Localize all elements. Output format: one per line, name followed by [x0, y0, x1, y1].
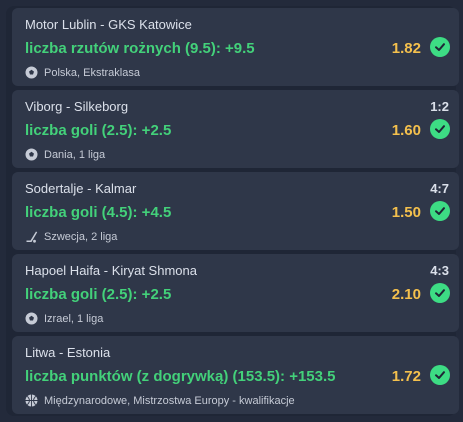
- league-label: Polska, Ekstraklasa: [44, 66, 140, 79]
- won-check-icon: [430, 365, 450, 385]
- bet-slip-panel: Motor Lublin - GKS Katowice liczba rzutó…: [6, 6, 459, 416]
- bet-odds: 1.60: [391, 122, 421, 139]
- won-check-icon: [430, 119, 450, 139]
- match-teams: Sodertalje - Kalmar: [25, 181, 137, 196]
- match-teams: Hapoel Haifa - Kiryat Shmona: [25, 263, 197, 278]
- league-label: Szwecja, 2 liga: [44, 230, 118, 243]
- basketball-icon: [25, 394, 38, 407]
- soccer-ball-icon: [25, 66, 38, 79]
- league-label: Międzynarodowe, Mistrzostwa Europy - kwa…: [44, 394, 295, 407]
- hockey-stick-icon: [25, 230, 38, 243]
- soccer-ball-icon: [25, 312, 38, 325]
- bet-odds: 1.82: [391, 40, 421, 57]
- bet-card[interactable]: Litwa - Estonia liczba punktów (z dogryw…: [12, 336, 459, 414]
- match-score: 4:7: [430, 181, 449, 196]
- bet-selection: liczba goli (4.5): +4.5: [25, 204, 172, 221]
- won-check-icon: [430, 201, 450, 221]
- match-teams: Litwa - Estonia: [25, 345, 111, 360]
- match-teams: Viborg - Silkeborg: [25, 99, 129, 114]
- soccer-ball-icon: [25, 148, 38, 161]
- league-label: Dania, 1 liga: [44, 148, 106, 161]
- league-info: Szwecja, 2 liga: [25, 230, 117, 243]
- match-teams: Motor Lublin - GKS Katowice: [25, 17, 192, 32]
- bet-selection: liczba punktów (z dogrywką) (153.5): +15…: [25, 368, 336, 385]
- bet-card[interactable]: Hapoel Haifa - Kiryat Shmona 4:3 liczba …: [12, 254, 459, 332]
- league-info: Polska, Ekstraklasa: [25, 66, 140, 79]
- league-info: Izrael, 1 liga: [25, 312, 103, 325]
- bet-odds: 2.10: [391, 286, 421, 303]
- bet-selection: liczba rzutów rożnych (9.5): +9.5: [25, 40, 255, 57]
- bet-selection: liczba goli (2.5): +2.5: [25, 286, 172, 303]
- match-score: 4:3: [430, 263, 449, 278]
- won-check-icon: [430, 283, 450, 303]
- league-info: Dania, 1 liga: [25, 148, 105, 161]
- bet-selection: liczba goli (2.5): +2.5: [25, 122, 172, 139]
- league-info: Międzynarodowe, Mistrzostwa Europy - kwa…: [25, 394, 295, 407]
- bet-card[interactable]: Motor Lublin - GKS Katowice liczba rzutó…: [12, 8, 459, 86]
- match-score: 1:2: [430, 99, 449, 114]
- bet-card[interactable]: Viborg - Silkeborg 1:2 liczba goli (2.5)…: [12, 90, 459, 168]
- bet-odds: 1.50: [391, 204, 421, 221]
- bet-odds: 1.72: [391, 368, 421, 385]
- bet-card[interactable]: Sodertalje - Kalmar 4:7 liczba goli (4.5…: [12, 172, 459, 250]
- won-check-icon: [430, 37, 450, 57]
- league-label: Izrael, 1 liga: [44, 312, 104, 325]
